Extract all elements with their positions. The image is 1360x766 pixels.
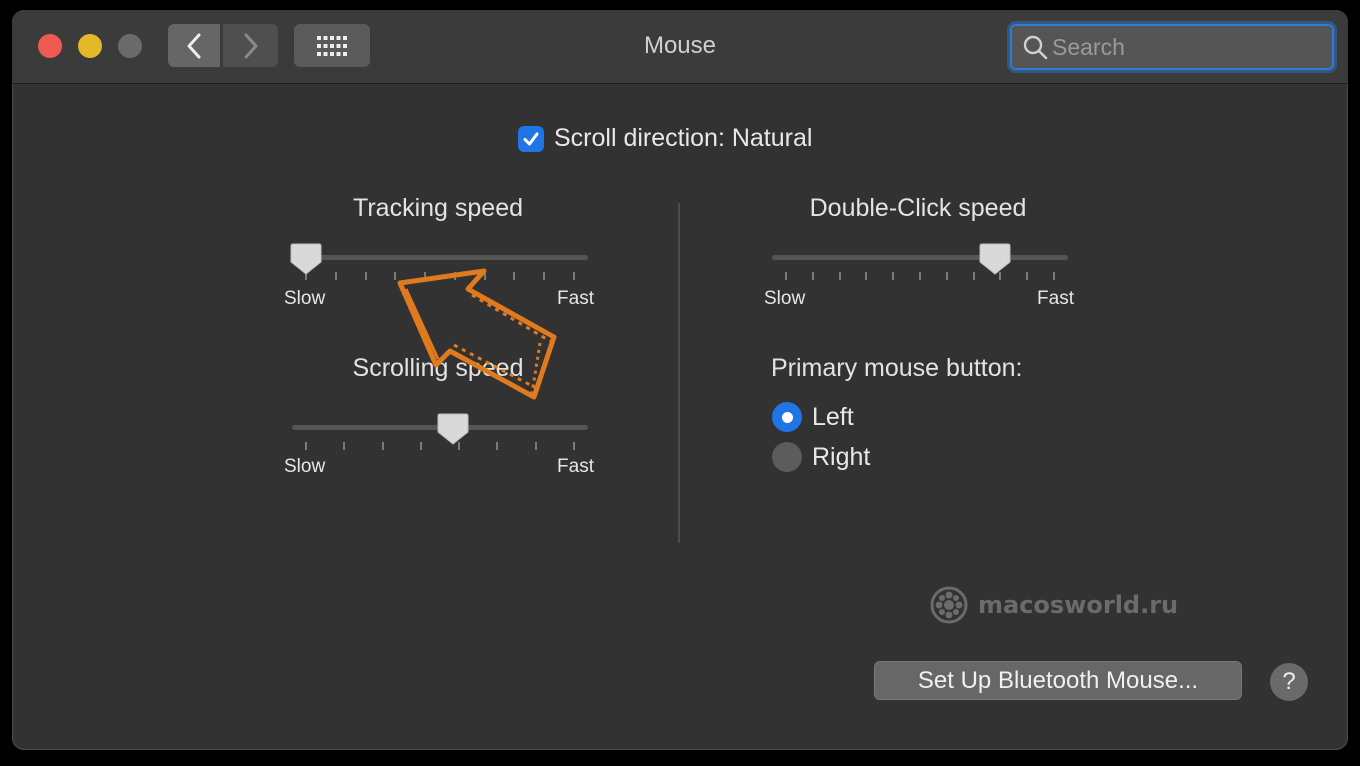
search-input[interactable] [1048,32,1324,62]
slider-tick [343,442,346,450]
watermark: macosworld.ru [930,586,1178,624]
slider-tick [838,272,841,280]
slider-tick [364,272,367,280]
annotation-arrow-icon [397,268,557,400]
scroll-direction-option[interactable]: Scroll direction: Natural [518,124,812,153]
slider-tick [573,272,575,280]
primary-button-left-option[interactable]: Left [772,402,854,432]
preferences-window: Mouse Scroll direction: Natural Tracking… [12,10,1348,750]
right-radio-label: Right [812,442,871,471]
slider-tick [334,272,337,280]
scroll-direction-checkbox[interactable] [518,125,544,152]
slider-tick [534,442,537,450]
slider-min-label: Slow [284,288,326,309]
left-radio-label: Left [812,402,854,431]
titlebar: Mouse [12,10,1348,84]
slider-thumb[interactable] [979,242,1011,276]
slider-tick [573,442,575,450]
slider-tick [1053,272,1055,280]
watermark-text: macosworld.ru [978,591,1179,619]
double-click-speed-title: Double-Click speed [809,194,1027,222]
slider-thumb[interactable] [290,242,322,276]
search-field[interactable] [1010,24,1334,70]
slider-tick [919,272,921,280]
scrolling-speed-slider[interactable]: Slow Fast [284,412,594,477]
slider-tick [305,442,307,450]
checkmark-icon [523,132,539,145]
slider-tick [1026,272,1029,280]
slider-min-label: Slow [284,456,326,477]
slider-track [772,255,1068,260]
column-divider [678,203,680,543]
slider-tick [945,272,948,280]
double-click-speed-slider[interactable]: Slow Fast [764,242,1074,309]
slider-track [292,255,588,260]
scroll-direction-label: Scroll direction: Natural [554,124,813,152]
search-icon [1022,34,1048,60]
slider-thumb[interactable] [437,412,469,446]
slider-min-label: Slow [764,288,806,309]
setup-bluetooth-mouse-button[interactable]: Set Up Bluetooth Mouse... [874,661,1242,700]
watermark-logo-icon [930,586,968,624]
primary-mouse-button-title: Primary mouse button: [771,354,1023,382]
slider-tick [865,272,868,280]
slider-tick [892,272,895,280]
right-radio[interactable] [772,442,802,472]
slider-tick [811,272,814,280]
help-icon[interactable]: ? [1270,663,1308,701]
slider-max-label: Fast [557,456,594,477]
left-radio[interactable] [772,402,802,432]
tracking-speed-title: Tracking speed [353,194,523,222]
slider-tick [496,442,499,450]
primary-button-right-option[interactable]: Right [772,442,870,472]
slider-tick [419,442,422,450]
slider-max-label: Fast [1037,288,1074,309]
slider-tick [381,442,384,450]
slider-ticks [772,272,1068,280]
slider-tick [785,272,787,280]
slider-tick [972,272,975,280]
